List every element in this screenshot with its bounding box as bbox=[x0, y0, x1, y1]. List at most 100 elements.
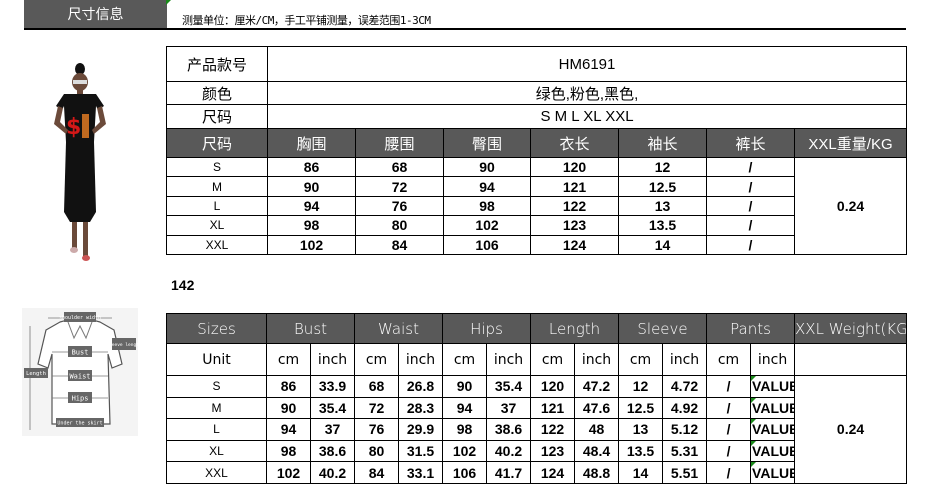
product-value: HM6191 bbox=[266, 46, 908, 82]
cell: / bbox=[706, 215, 795, 236]
label-142: 142 bbox=[171, 277, 195, 293]
cell: 35.4 bbox=[310, 396, 355, 420]
cell: 29.9 bbox=[398, 418, 443, 441]
cell: 90 bbox=[266, 396, 311, 420]
cell: 48.8 bbox=[574, 461, 620, 484]
color-value: 绿色,粉色,黑色, bbox=[266, 81, 908, 105]
cell: L bbox=[166, 195, 268, 217]
cell: 37 bbox=[310, 418, 355, 441]
cell: 84 bbox=[354, 461, 399, 484]
product-label: 产品款号 bbox=[166, 46, 268, 82]
dollar-print: $ bbox=[66, 115, 81, 140]
diagram-label: sleeve length bbox=[106, 342, 138, 348]
cell: 122 bbox=[530, 195, 619, 217]
cell: 124 bbox=[530, 234, 619, 255]
cell: 47.2 bbox=[574, 375, 620, 398]
table-row: S 86 68 90 120 12 / 0.24 bbox=[166, 156, 908, 255]
cell: 121 bbox=[530, 176, 619, 197]
en-header-row: Sizes Bust Waist Hips Length Sleeve Pant… bbox=[166, 313, 908, 344]
unit-cell: cm bbox=[266, 343, 311, 376]
error-cell: VALUE bbox=[750, 418, 796, 441]
col-header: 臀围 bbox=[443, 128, 531, 158]
error-cell: VALUE bbox=[750, 396, 796, 420]
cell: 124 bbox=[530, 461, 576, 484]
size-value: S M L XL XXL bbox=[266, 104, 908, 129]
weight-value: 0.24 bbox=[794, 375, 908, 484]
cell: 90 bbox=[443, 156, 531, 178]
cell: 68 bbox=[354, 375, 399, 398]
diagram-label: Waist bbox=[69, 373, 90, 381]
cell: 98 bbox=[267, 215, 356, 236]
col-header: Length bbox=[530, 313, 620, 344]
cell: 26.8 bbox=[398, 375, 443, 398]
cell: 38.6 bbox=[485, 418, 532, 441]
diagram-label: Under the skirt bbox=[57, 421, 102, 427]
glasses bbox=[73, 80, 87, 84]
unit-cell: inch bbox=[662, 343, 708, 376]
cell: / bbox=[706, 195, 795, 217]
cell: 14 bbox=[618, 234, 707, 255]
cell: 120 bbox=[530, 375, 576, 398]
neck bbox=[77, 90, 83, 94]
table-row: S 86 33.9 68 26.8 90 35.4 120 47.2 12 4.… bbox=[166, 375, 908, 484]
cell: XXL bbox=[166, 234, 268, 255]
unit-cell: inch bbox=[574, 343, 620, 376]
unit-cell: cm bbox=[618, 343, 664, 376]
weight-value: 0.24 bbox=[793, 157, 908, 255]
col-header: XXL重量/KG bbox=[793, 128, 908, 158]
cell: 13 bbox=[618, 418, 664, 441]
leg-left bbox=[72, 222, 77, 248]
unit-empty bbox=[794, 343, 908, 376]
cell: 102 bbox=[266, 461, 311, 484]
unit-cell: cm bbox=[354, 343, 399, 376]
cn-header-row: 尺码 胸围 腰围 臀围 衣长 袖长 裤长 XXL重量/KG bbox=[166, 128, 908, 158]
dog-print bbox=[82, 114, 89, 138]
error-cell: VALUE bbox=[750, 439, 796, 463]
col-header: 尺码 bbox=[166, 128, 268, 158]
cell: / bbox=[706, 234, 795, 255]
cell: 102 bbox=[267, 234, 356, 255]
unit-label: Unit bbox=[166, 343, 267, 376]
cell: 123 bbox=[530, 439, 576, 463]
col-header: Waist bbox=[354, 313, 443, 344]
cell: 68 bbox=[355, 156, 444, 178]
cell: M bbox=[166, 176, 268, 197]
cell: 72 bbox=[354, 396, 399, 420]
unit-cell: inch bbox=[750, 343, 796, 376]
cell: S bbox=[166, 375, 267, 398]
cell-flag-icon bbox=[166, 0, 171, 5]
cn-size-table: 产品款号 HM6191 颜色 绿色,粉色,黑色, 尺码 S M L XL XXL… bbox=[166, 46, 908, 255]
cell: 35.4 bbox=[485, 375, 532, 398]
cell: / bbox=[706, 439, 752, 463]
measurement-diagram: shoulder width sleeve length Bust Length… bbox=[22, 308, 138, 436]
cell: 5.51 bbox=[662, 461, 708, 484]
cell: 12 bbox=[618, 156, 707, 178]
cell: 106 bbox=[443, 234, 531, 255]
col-header: Hips bbox=[441, 313, 532, 344]
cell: 33.1 bbox=[398, 461, 443, 484]
cell: XL bbox=[166, 439, 267, 463]
model-photo: $ bbox=[54, 63, 106, 261]
section-title: 尺寸信息 bbox=[24, 0, 167, 28]
color-label: 颜色 bbox=[166, 81, 268, 105]
cell: S bbox=[166, 156, 268, 178]
col-header: 袖长 bbox=[618, 128, 707, 158]
cell: 80 bbox=[354, 439, 399, 463]
diagram-label: Bust bbox=[72, 349, 89, 357]
col-header: 胸围 bbox=[267, 128, 356, 158]
cell: 28.3 bbox=[398, 396, 443, 420]
col-header: XXL Weight(KG) bbox=[794, 313, 908, 344]
unit-cell: cm bbox=[442, 343, 487, 376]
col-header: 裤长 bbox=[706, 128, 795, 158]
skirt bbox=[64, 142, 96, 222]
cell: / bbox=[706, 375, 752, 398]
diagram-label: Length bbox=[26, 371, 46, 377]
col-header: Sleeve bbox=[618, 313, 708, 344]
size-label: 尺码 bbox=[166, 104, 268, 129]
unit-cell: inch bbox=[398, 343, 443, 376]
cell: 94 bbox=[443, 176, 531, 197]
cell: M bbox=[166, 396, 267, 420]
cell: 106 bbox=[442, 461, 487, 484]
diagram-label: shoulder width bbox=[59, 315, 101, 321]
col-header: Sizes bbox=[166, 313, 267, 344]
